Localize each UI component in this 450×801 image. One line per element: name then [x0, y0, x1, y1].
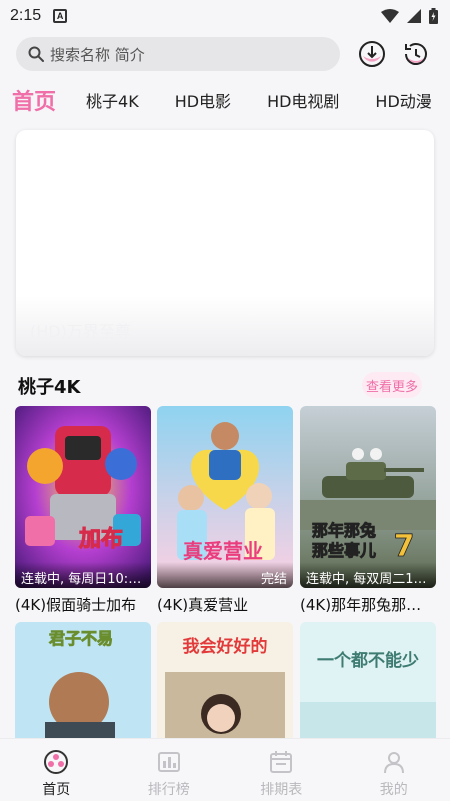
banner-caption: (HD)万界至尊 — [30, 322, 131, 341]
search-placeholder: 搜索名称 简介 — [50, 45, 145, 64]
card-status: 连载中, 每双周二10:00更新 — [300, 562, 436, 588]
poster-image: 真爱营业 完结 — [157, 406, 293, 588]
poster-logo-text: 一个都不能少 — [317, 650, 419, 671]
download-icon[interactable] — [358, 40, 386, 68]
nav-schedule[interactable]: 排期表 — [225, 739, 338, 801]
card-status: 连载中, 每周日10:00更新 — [15, 562, 151, 588]
nav-profile[interactable]: 我的 — [338, 739, 450, 801]
poster-logo-text: 君子不易 — [49, 629, 113, 648]
search-bar[interactable]: 搜索名称 简介 — [16, 37, 340, 71]
video-card[interactable]: 加布 连载中, 每周日10:00更新 (4K)假面骑士加布 — [15, 406, 151, 615]
ranking-icon — [157, 752, 180, 772]
nav-label: 我的 — [379, 782, 408, 798]
poster-image: 那年那兔 那些事儿 7 连载中, 每双周二10:00更新 — [300, 406, 436, 588]
tab-hd-tv[interactable]: HD电视剧 — [267, 88, 339, 112]
tab-hd-movie[interactable]: HD电影 — [175, 88, 231, 112]
status-time: 2:15 — [10, 7, 42, 24]
poster-art: 那年那兔 那些事儿 7 — [300, 406, 436, 588]
card-title: (4K)假面骑士加布 — [15, 596, 137, 614]
search-icon — [28, 46, 44, 62]
profile-icon — [383, 752, 404, 774]
status-right — [381, 8, 438, 24]
see-more-button[interactable]: 查看更多 — [362, 372, 422, 398]
poster-art: 君子不易 — [15, 622, 151, 742]
section-title: 桃子4K — [18, 377, 81, 398]
tab-hd-anime[interactable]: HD动漫 — [375, 88, 431, 112]
card-status: 完结 — [157, 562, 293, 588]
poster-logo-text: 那年那兔 — [312, 521, 376, 540]
tab-home[interactable]: 首页 — [12, 84, 56, 116]
poster-art: 我会好好的 — [157, 622, 293, 742]
featured-banner[interactable]: (HD)万界至尊 — [16, 130, 434, 356]
calendar-icon — [270, 751, 293, 773]
home-icon — [44, 750, 69, 774]
video-card-partial[interactable]: 君子不易 — [15, 622, 151, 742]
nav-label: 排期表 — [260, 782, 303, 798]
card-title: (4K)那年那兔那些事儿第七季 — [300, 596, 436, 614]
tab-peach-4k[interactable]: 桃子4K — [86, 88, 139, 112]
card-title: (4K)真爱营业 — [157, 596, 249, 614]
poster-art: 真爱营业 — [157, 406, 293, 588]
video-card[interactable]: 真爱营业 完结 (4K)真爱营业 — [157, 406, 293, 615]
history-icon[interactable] — [402, 40, 430, 68]
video-card-partial[interactable]: 一个都不能少 — [300, 622, 436, 742]
poster-art: 一个都不能少 — [300, 622, 436, 742]
video-card-partial[interactable]: 我会好好的 — [157, 622, 293, 742]
poster-logo-text: 那些事儿 — [312, 541, 376, 560]
nav-label: 首页 — [42, 782, 71, 798]
nav-ranking[interactable]: 排行榜 — [113, 739, 226, 801]
poster-logo-text: 真爱营业 — [183, 539, 263, 563]
video-card[interactable]: 那年那兔 那些事儿 7 连载中, 每双周二10:00更新 (4K)那年那兔那些事… — [300, 406, 436, 615]
nav-label: 排行榜 — [147, 782, 190, 798]
category-tabs: 首页 桃子4K HD电影 HD电视剧 HD动漫 — [0, 82, 450, 118]
poster-art: 加布 — [15, 406, 151, 588]
app-screen: 2:15 A 搜索名称 简介 首页 桃子4K HD电影 HD电视剧 HD动漫 (… — [0, 0, 450, 801]
status-bar: 2:15 A — [0, 0, 450, 32]
poster-logo-text: 加布 — [78, 526, 123, 552]
battery-icon — [429, 8, 438, 24]
poster-logo-number: 7 — [394, 529, 415, 564]
nav-home[interactable]: 首页 — [0, 739, 113, 801]
bottom-nav: 首页 排行榜 排期表 我的 — [0, 738, 450, 801]
poster-image: 加布 连载中, 每周日10:00更新 — [15, 406, 151, 588]
wifi-icon — [381, 9, 399, 23]
poster-logo-text: 我会好好的 — [183, 636, 268, 657]
notification-icon: A — [53, 9, 68, 23]
signal-icon — [407, 9, 421, 23]
